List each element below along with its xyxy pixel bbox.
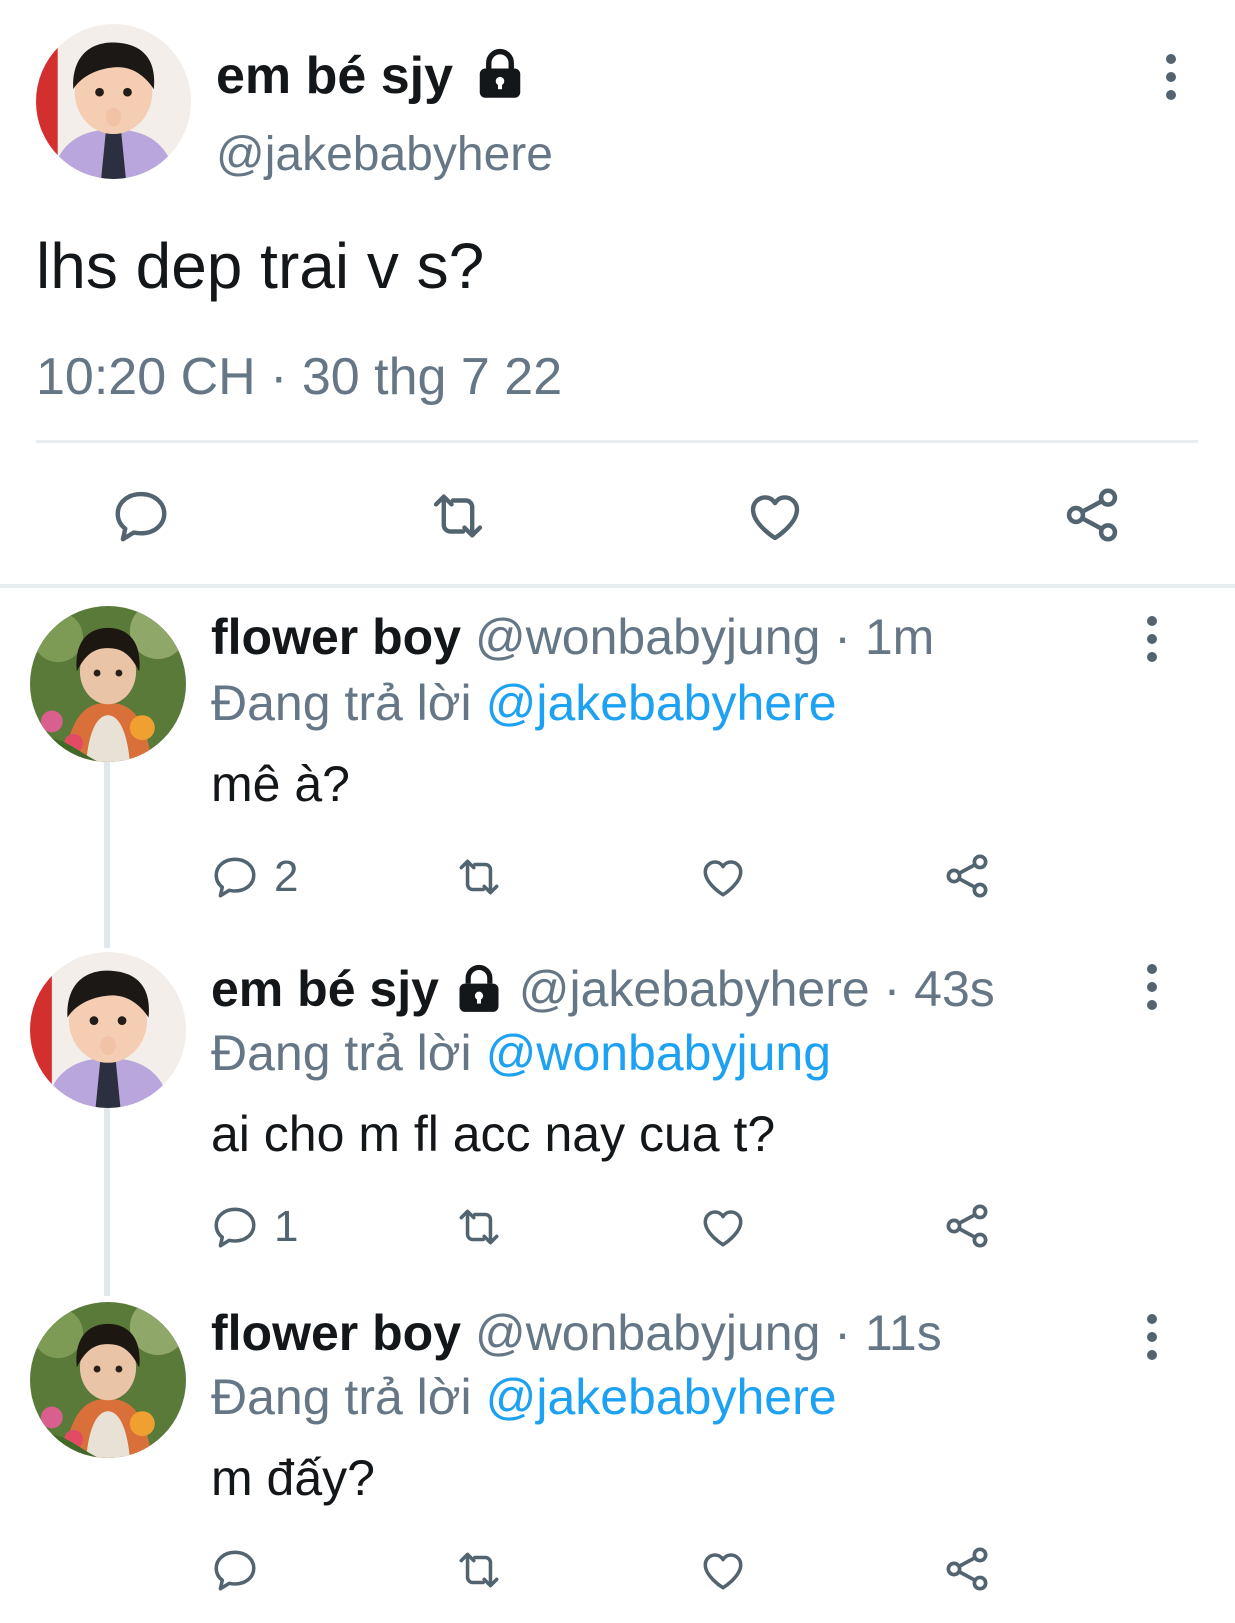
user-handle[interactable]: @wonbabyjung [475, 1305, 820, 1361]
replying-to-line: Đang trả lời @jakebabyhere [211, 1366, 837, 1428]
avatar[interactable] [30, 606, 186, 762]
lock-icon [453, 962, 505, 1014]
flower-boy-avatar-image [30, 606, 186, 762]
avatar[interactable] [30, 1302, 186, 1458]
reply-icon[interactable] [210, 852, 260, 902]
share-icon[interactable] [941, 1543, 993, 1595]
lock-icon [473, 46, 527, 100]
reply-count: 2 [274, 852, 299, 901]
reply-icon[interactable] [210, 1545, 260, 1595]
avatar[interactable] [36, 24, 191, 179]
replying-to-line: Đang trả lời @jakebabyhere [211, 672, 837, 734]
divider [36, 440, 1198, 443]
thread-line [104, 762, 110, 948]
more-options-icon[interactable] [1145, 1314, 1159, 1360]
replying-to-link[interactable]: @jakebabyhere [486, 1369, 837, 1425]
like-icon[interactable] [698, 852, 748, 902]
flower-boy-avatar-image [30, 1302, 186, 1458]
retweet-icon[interactable] [452, 1202, 506, 1252]
baby-boy-avatar-image [30, 952, 186, 1108]
reply-text: m đấy? [211, 1450, 375, 1506]
retweet-icon[interactable] [452, 1545, 506, 1595]
more-options-icon[interactable] [1145, 616, 1159, 662]
reply-count: 1 [274, 1202, 299, 1251]
display-name[interactable]: em bé sjy [211, 961, 439, 1017]
user-handle[interactable]: @wonbabyjung [475, 609, 820, 665]
replying-to-label: Đang trả lời [211, 1025, 472, 1081]
reply-text: ai cho m fl acc nay cua t? [211, 1106, 776, 1162]
display-name[interactable]: em bé sjy [216, 47, 453, 105]
reply-header: flower boy @wonbabyjung · 1m [211, 606, 934, 668]
reply-text: mê à? [211, 756, 350, 812]
display-name[interactable]: flower boy [211, 1305, 461, 1361]
retweet-icon[interactable] [452, 852, 506, 902]
display-name[interactable]: flower boy [211, 609, 461, 665]
like-icon[interactable] [698, 1545, 748, 1595]
share-icon[interactable] [1060, 483, 1124, 547]
user-handle[interactable]: @jakebabyhere [519, 961, 870, 1017]
baby-boy-avatar-image [36, 24, 191, 179]
section-divider [0, 584, 1235, 588]
like-icon[interactable] [698, 1202, 748, 1252]
tweet-text: lhs dep trai v s? [36, 230, 485, 302]
avatar[interactable] [30, 952, 186, 1108]
replying-to-label: Đang trả lời [211, 1369, 472, 1425]
replying-to-line: Đang trả lời @wonbabyjung [211, 1022, 831, 1084]
tweet-timestamp: 10:20 CH · 30 thg 7 22 [36, 348, 563, 406]
reply-time: · 1m [834, 609, 935, 665]
reply-time: · 43s [883, 961, 995, 1017]
reply-icon[interactable] [210, 1202, 260, 1252]
more-options-icon[interactable] [1145, 964, 1159, 1010]
reply-header: flower boy @wonbabyjung · 11s [211, 1302, 942, 1364]
replying-to-link[interactable]: @wonbabyjung [486, 1025, 831, 1081]
share-icon[interactable] [941, 1200, 993, 1252]
thread-line [104, 1108, 110, 1296]
display-name-row: em bé sjy [216, 44, 527, 108]
more-options-icon[interactable] [1164, 54, 1178, 100]
share-icon[interactable] [941, 850, 993, 902]
reply-header: em bé sjy @jakebabyhere · 43s [211, 958, 995, 1020]
replying-to-label: Đang trả lời [211, 675, 472, 731]
reply-time: · 11s [834, 1305, 942, 1361]
replying-to-link[interactable]: @jakebabyhere [486, 675, 837, 731]
reply-icon[interactable] [110, 485, 172, 547]
retweet-icon[interactable] [425, 485, 491, 547]
like-icon[interactable] [744, 485, 806, 547]
user-handle[interactable]: @jakebabyhere [216, 126, 553, 184]
